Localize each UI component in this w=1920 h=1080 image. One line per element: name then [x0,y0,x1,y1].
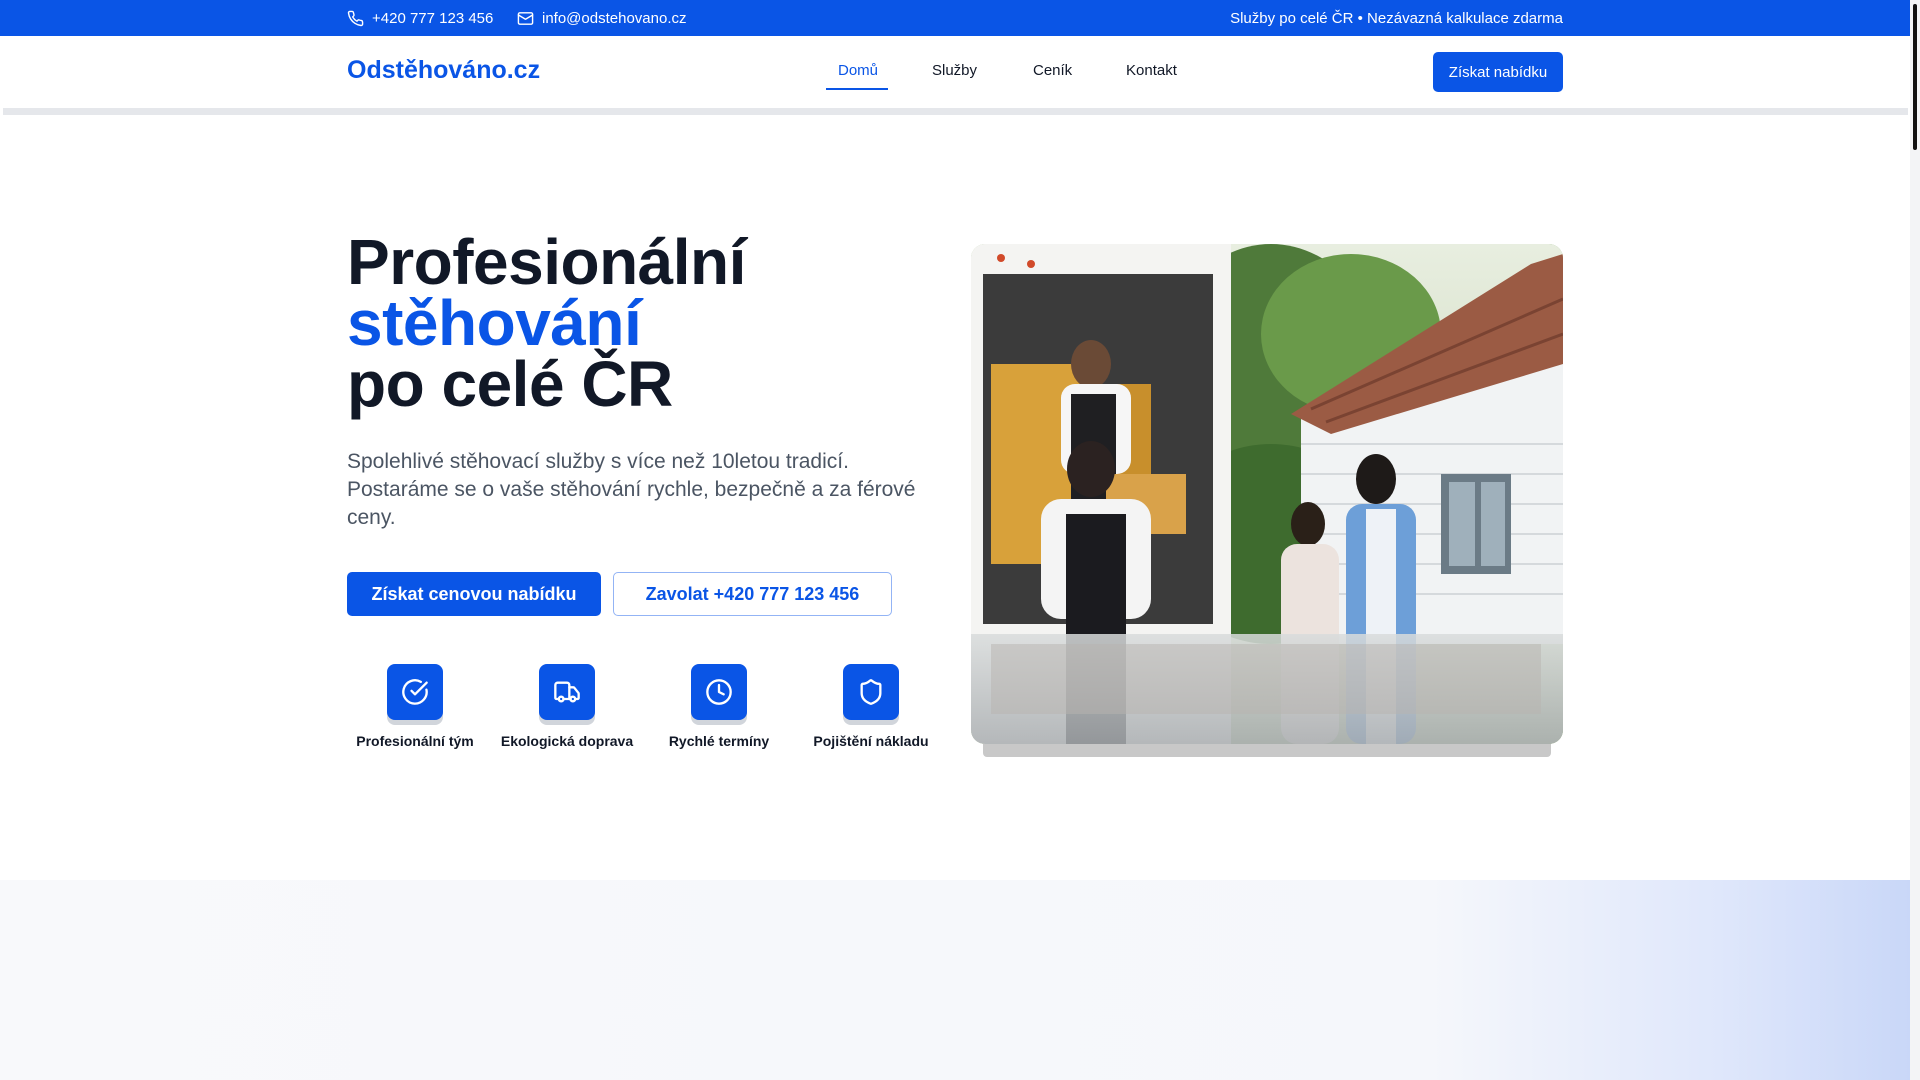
feature-fast-dates: Rychlé termíny [643,664,795,749]
clock-icon [706,679,732,705]
topbar-email-text: info@odstehovano.cz [542,9,687,27]
nav-item-kontakt[interactable]: Kontakt [1126,62,1177,79]
feature-professional-team: Profesionální tým [339,664,491,749]
hero-title-line1: Profesionální [347,226,746,298]
feature-label: Profesionální tým [356,733,474,749]
nav-item-domu[interactable]: Domů [838,62,878,79]
top-contact-bar: +420 777 123 456 info@odstehovano.cz Slu… [0,0,1910,36]
feature-cargo-insurance: Pojištění nákladu [795,664,947,749]
scrollbar-thumb[interactable] [1913,4,1917,150]
next-section-background [0,880,1910,1080]
hero-title: Profesionální stěhování po celé ČR [347,226,746,420]
topbar-tagline: Služby po celé ČR • Nezávazná kalkulace … [1230,9,1563,27]
phone-icon [347,10,364,26]
topbar-phone-text: +420 777 123 456 [372,9,494,27]
site-logo[interactable]: Odstěhováno.cz [347,56,540,85]
call-button[interactable]: Zavolat +420 777 123 456 [613,572,892,616]
feature-icon-box [843,664,899,720]
topbar-email[interactable]: info@odstehovano.cz [517,0,687,36]
header-divider [3,108,1908,115]
shield-icon [860,679,882,705]
nav-active-underline [826,88,888,90]
nav-item-sluzby[interactable]: Služby [932,62,977,79]
feature-label: Ekologická doprava [500,733,634,749]
movers-photo-illustration [971,244,1563,744]
page-scrollbar[interactable] [1910,0,1920,1080]
feature-icon-box [691,664,747,720]
feature-label: Pojištění nákladu [813,733,929,749]
header-cta-button[interactable]: Získat nabídku [1433,52,1563,92]
hero-subtitle: Spolehlivé stěhovací služby s více než 1… [347,450,916,529]
check-circle-icon [402,679,428,705]
feature-eco-transport: Ekologická doprava [491,664,643,749]
hero-title-line2: stěhování [347,287,642,359]
feature-icon-box [387,664,443,720]
hero-title-line3: po celé ČR [347,348,673,420]
truck-icon [554,681,580,703]
feature-label: Rychlé termíny [668,733,770,749]
nav-item-cenik[interactable]: Ceník [1033,62,1072,79]
get-quote-button[interactable]: Získat cenovou nabídku [347,572,601,616]
mail-icon [517,11,534,25]
topbar-phone[interactable]: +420 777 123 456 [347,0,493,36]
feature-icon-box [539,664,595,720]
hero-image [971,244,1563,744]
